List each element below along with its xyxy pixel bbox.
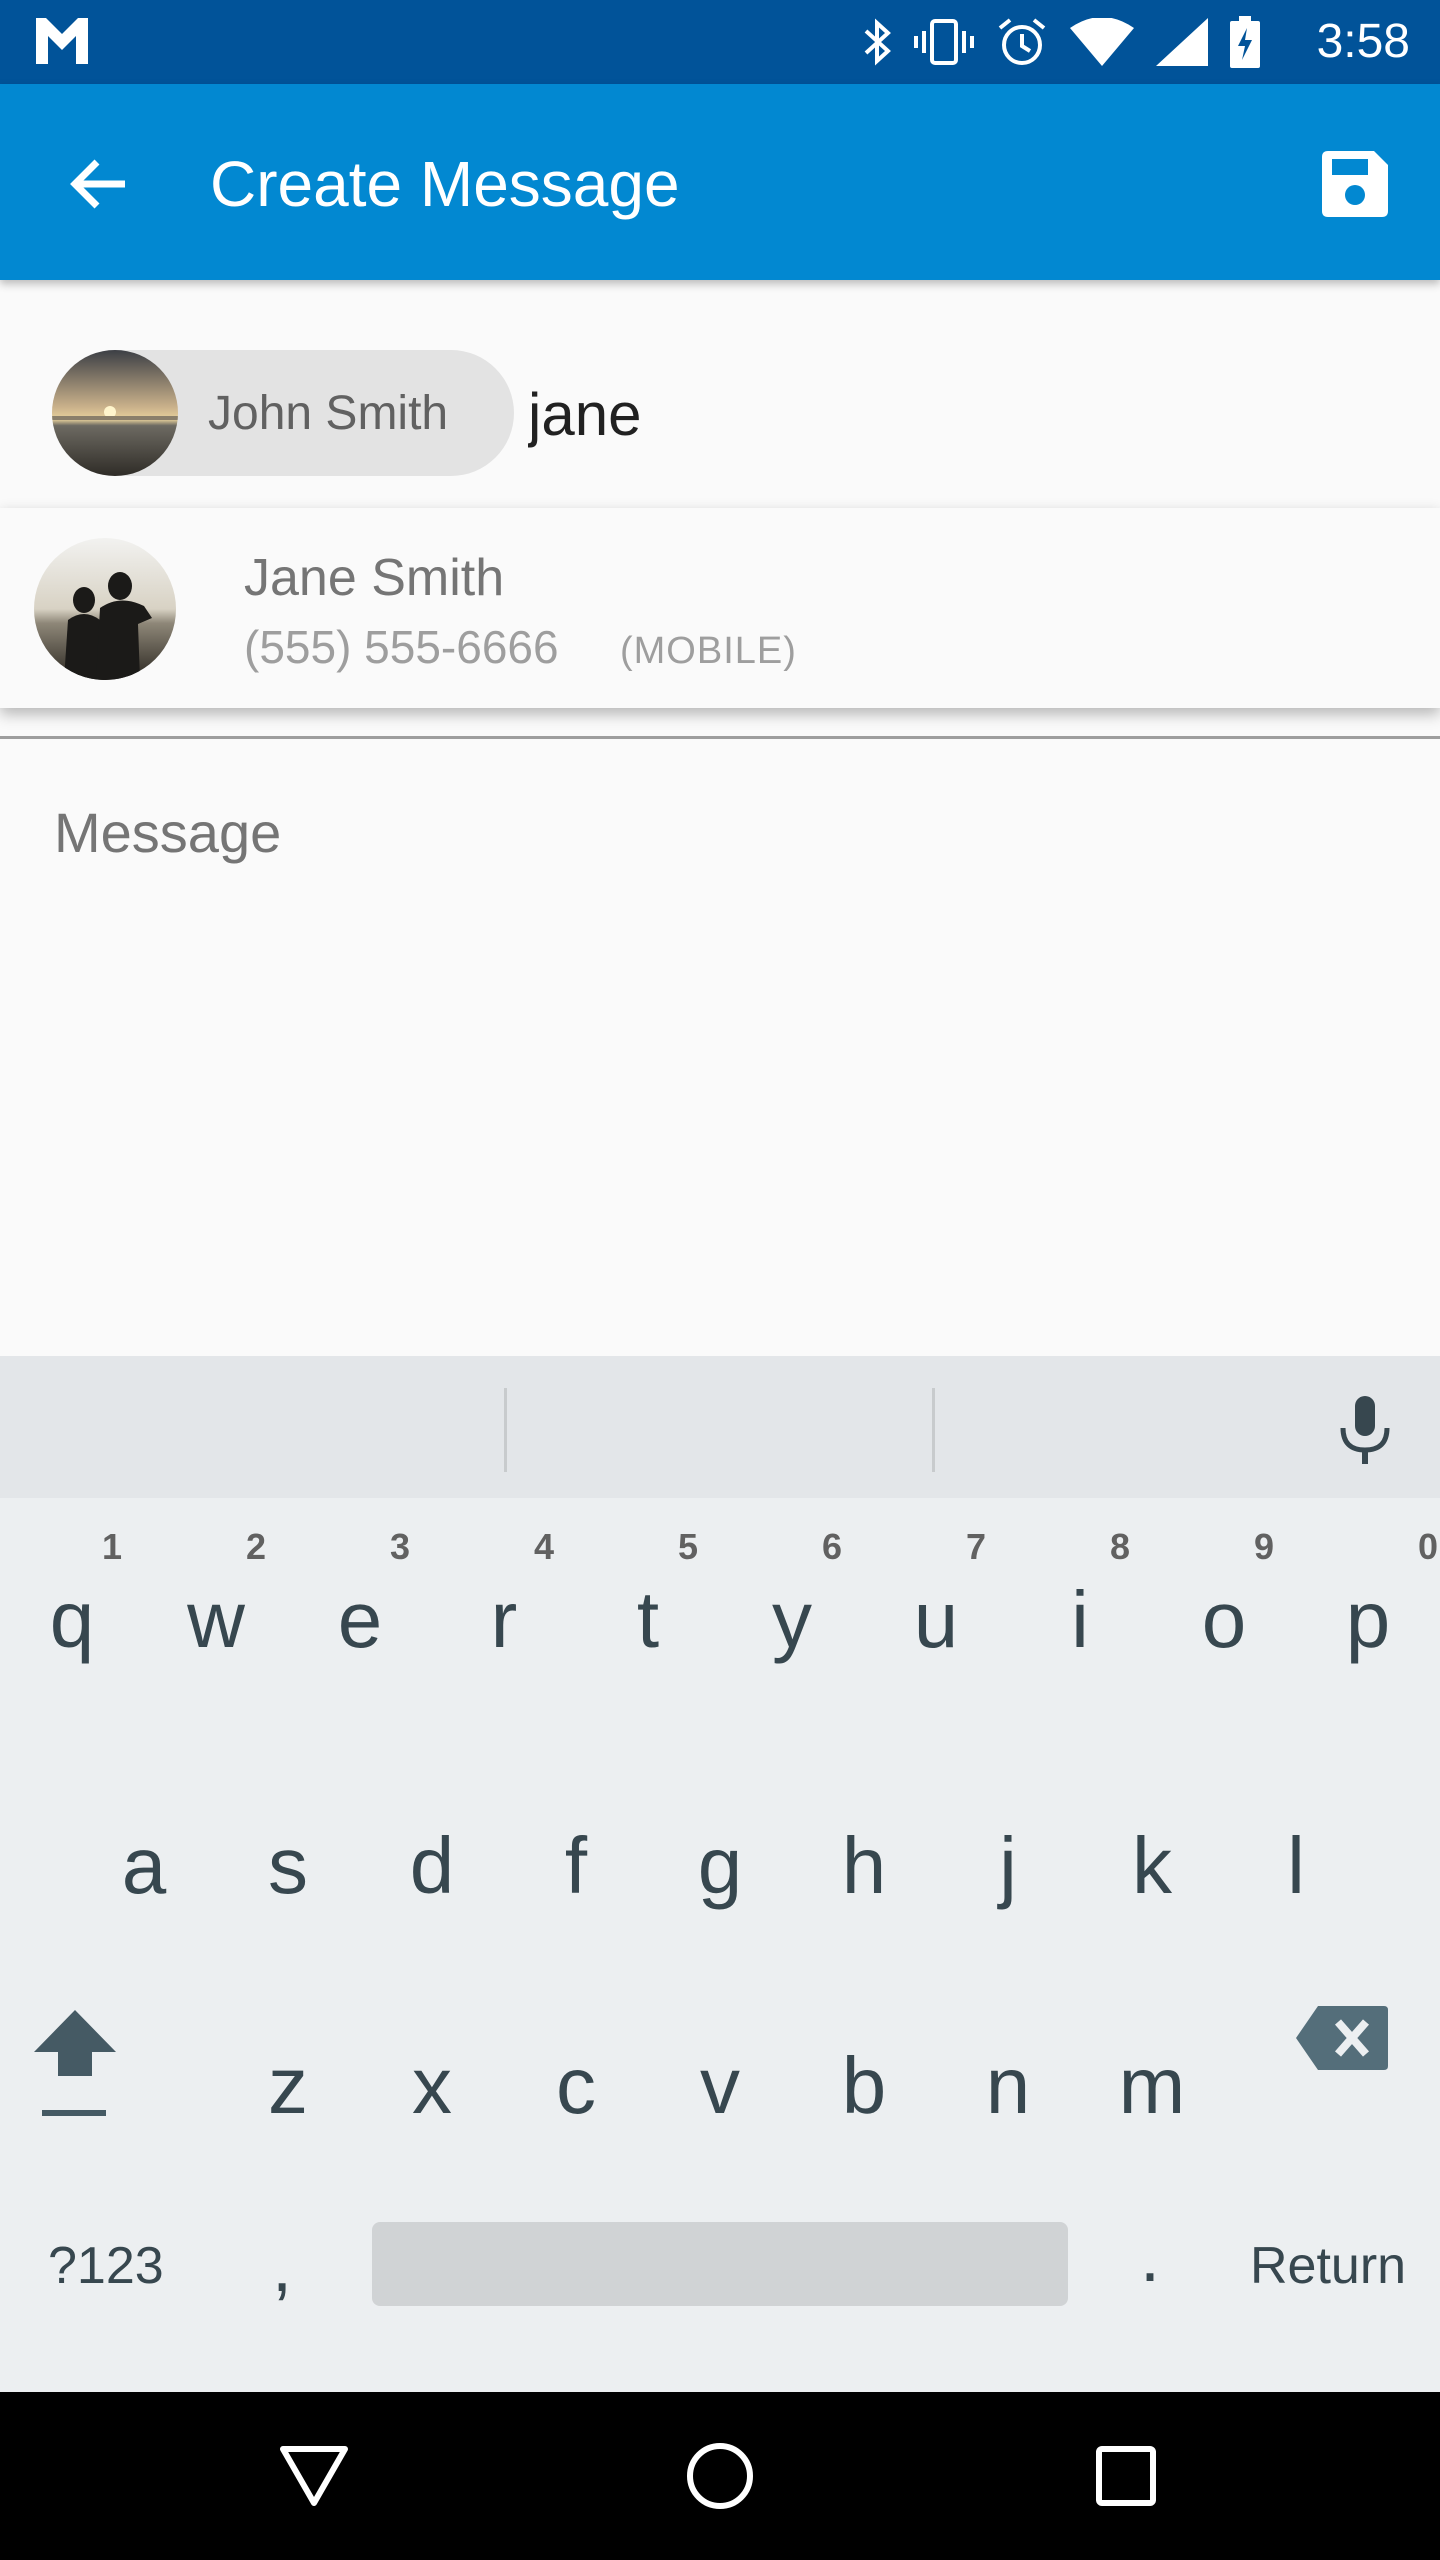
key-i[interactable]: 8i <box>1008 1498 1152 1698</box>
shift-icon <box>34 2010 116 2116</box>
suggestion-name: Jane Smith <box>244 549 505 607</box>
key-u[interactable]: 7u <box>864 1498 1008 1698</box>
key-q[interactable]: 1q <box>0 1498 144 1698</box>
nav-recents-button[interactable] <box>1076 2426 1176 2526</box>
key-x[interactable]: x <box>360 2046 504 2246</box>
page-title: Create Message <box>210 148 680 220</box>
avatar <box>52 350 178 476</box>
bluetooth-icon <box>864 18 891 66</box>
mic-button[interactable] <box>1320 1386 1410 1476</box>
back-triangle-icon <box>280 2446 348 2506</box>
key-f[interactable]: f <box>504 1826 648 2026</box>
alarm-icon <box>998 18 1046 65</box>
status-time: 3:58 <box>1316 15 1410 68</box>
save-button[interactable] <box>1310 144 1400 224</box>
suggestion-phone: (555) 555-6666 <box>244 621 559 673</box>
save-icon <box>1322 151 1388 217</box>
avatar <box>34 538 176 680</box>
return-key[interactable]: Return <box>1250 2236 1406 2296</box>
recipient-chip-label: John Smith <box>208 386 449 440</box>
gmail-icon <box>36 18 88 64</box>
message-input[interactable]: Message <box>54 800 1384 865</box>
status-icons <box>862 14 1260 70</box>
battery-charging-icon <box>1230 16 1260 68</box>
key-v[interactable]: v <box>648 2046 792 2246</box>
key-z[interactable]: z <box>216 2046 360 2246</box>
key-g[interactable]: g <box>648 1826 792 2026</box>
keyboard-suggestion-strip <box>0 1356 1440 1498</box>
key-w[interactable]: 2w <box>144 1498 288 1698</box>
key-b[interactable]: b <box>792 2046 936 2246</box>
key-r[interactable]: 4r <box>432 1498 576 1698</box>
key-p[interactable]: 0p <box>1296 1498 1440 1698</box>
wifi-icon <box>1070 18 1134 66</box>
suggestion-phone-type: (MOBILE) <box>620 630 797 672</box>
status-bar: 3:58 <box>0 0 1440 84</box>
key-l[interactable]: l <box>1224 1826 1368 2026</box>
key-j[interactable]: j <box>936 1826 1080 2026</box>
back-button[interactable] <box>54 144 144 224</box>
keyboard: 1q 2w 3e 4r 5t 6y 7u 8i 9o 0p a s d f g … <box>0 1356 1440 2392</box>
contact-suggestion[interactable]: Jane Smith (555) 555-6666 (MOBILE) <box>0 508 1440 708</box>
signal-icon <box>1156 18 1208 66</box>
key-a[interactable]: a <box>72 1826 216 2026</box>
recents-square-icon <box>1096 2446 1156 2506</box>
key-s[interactable]: s <box>216 1826 360 2026</box>
mic-icon <box>1340 1396 1390 1464</box>
key-k[interactable]: k <box>1080 1826 1224 2026</box>
vibrate-icon <box>914 19 974 65</box>
key-c[interactable]: c <box>504 2046 648 2246</box>
key-t[interactable]: 5t <box>576 1498 720 1698</box>
recipient-input[interactable] <box>528 380 1328 449</box>
nav-back-button[interactable] <box>264 2426 364 2526</box>
key-y[interactable]: 6y <box>720 1498 864 1698</box>
app-bar: Create Message <box>0 84 1440 280</box>
strip-divider <box>504 1388 507 1472</box>
arrow-back-icon <box>70 159 125 209</box>
comma-key[interactable]: , <box>272 2226 292 2308</box>
period-key[interactable]: . <box>1140 2216 1160 2298</box>
recipient-chip[interactable]: John Smith <box>52 350 514 476</box>
home-circle-icon <box>687 2443 753 2509</box>
key-e[interactable]: 3e <box>288 1498 432 1698</box>
symbols-key[interactable]: ?123 <box>48 2236 164 2296</box>
key-d[interactable]: d <box>360 1826 504 2026</box>
shift-key[interactable] <box>0 2002 144 2202</box>
key-h[interactable]: h <box>792 1826 936 2026</box>
key-o[interactable]: 9o <box>1152 1498 1296 1698</box>
divider <box>0 736 1440 739</box>
nav-home-button[interactable] <box>670 2426 770 2526</box>
navigation-bar <box>0 2392 1440 2560</box>
key-n[interactable]: n <box>936 2046 1080 2246</box>
backspace-icon <box>1296 2006 1388 2070</box>
backspace-key[interactable] <box>1270 2006 1414 2206</box>
space-bar[interactable] <box>372 2222 1068 2306</box>
strip-divider <box>932 1388 935 1472</box>
